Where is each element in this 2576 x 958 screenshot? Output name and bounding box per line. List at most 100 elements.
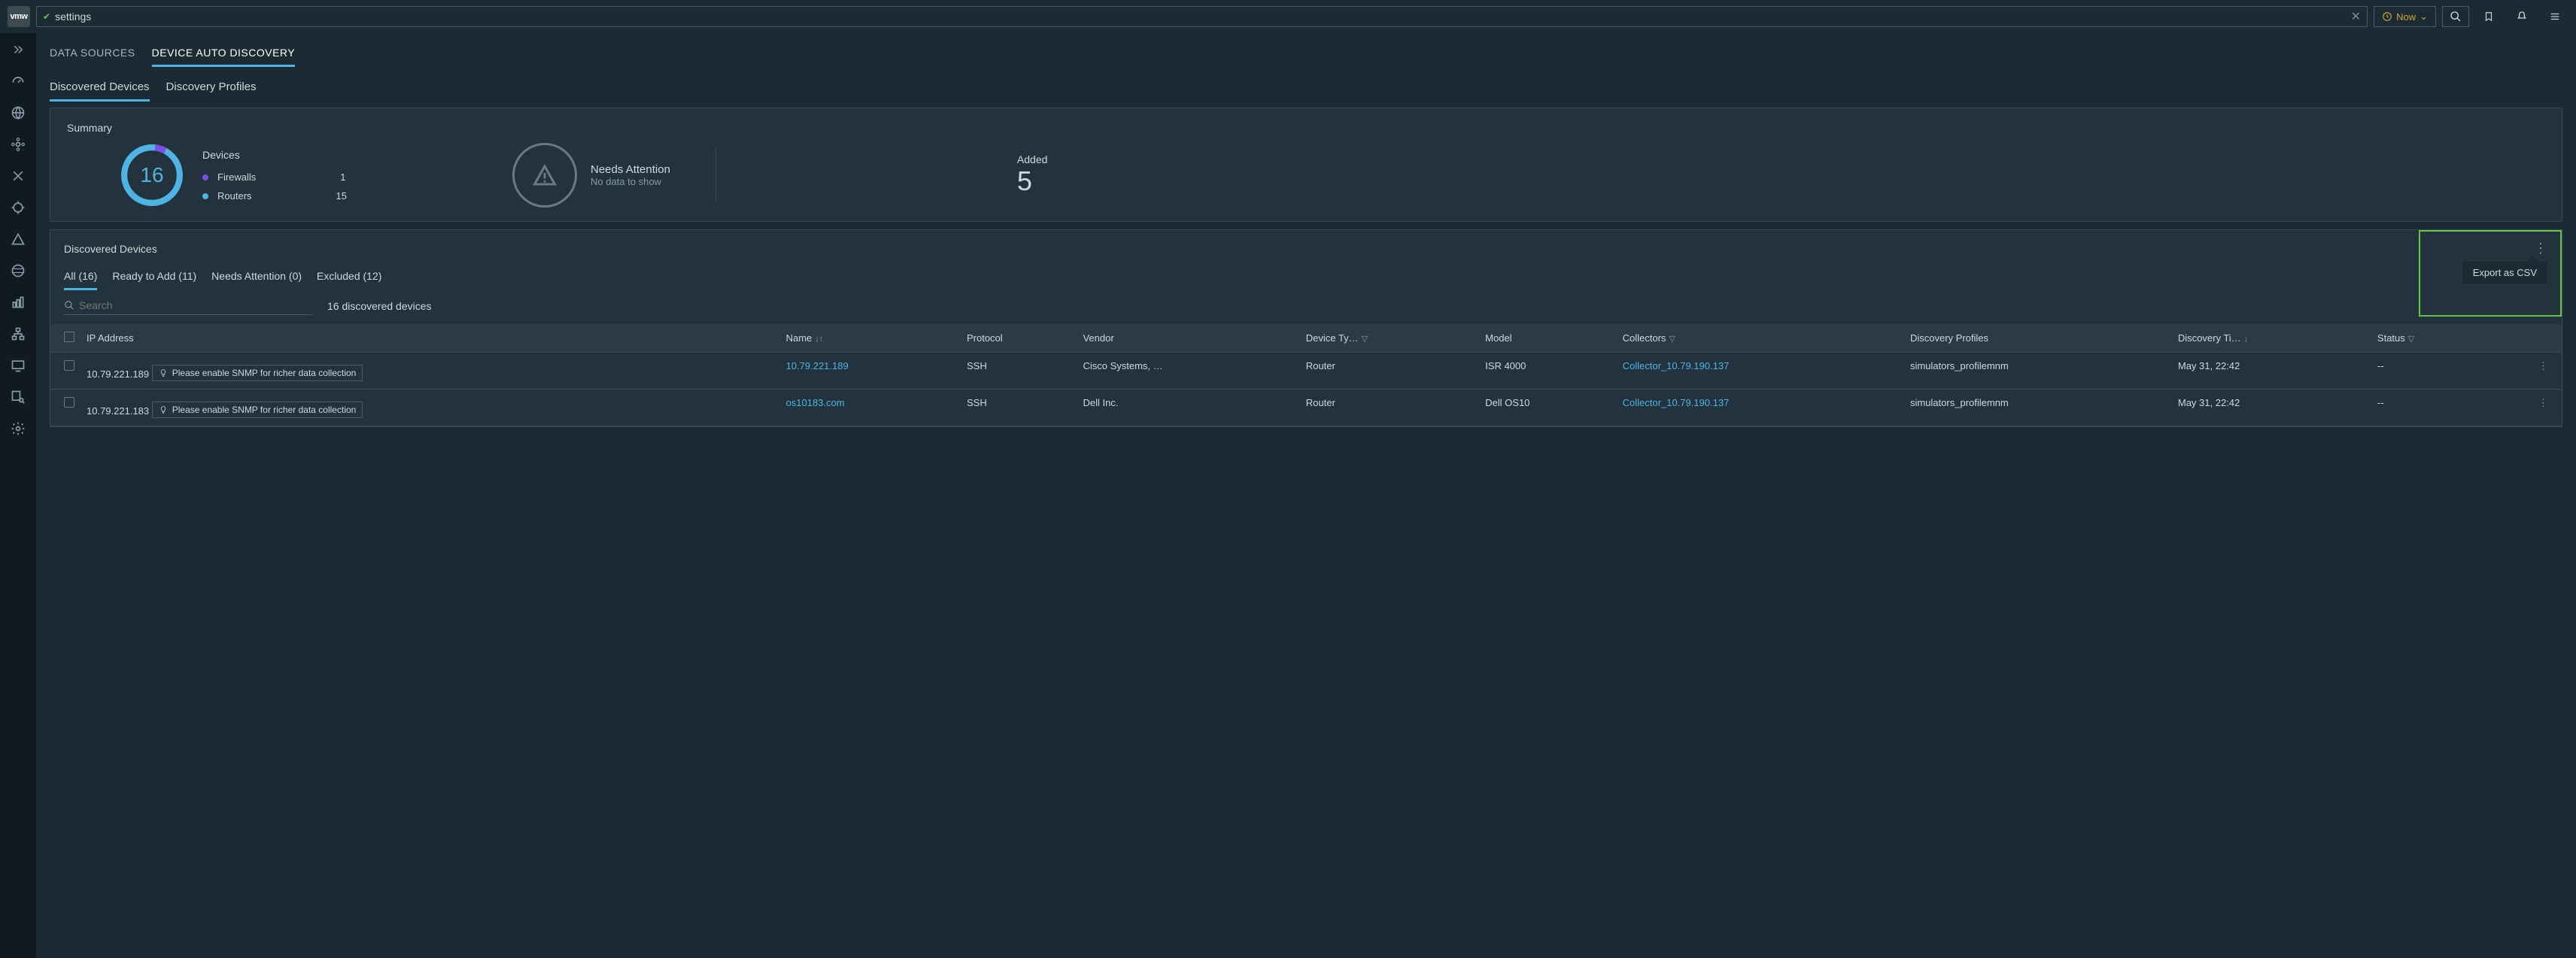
table-row: 10.79.221.189 Please enable SNMP for ric… [50, 353, 2562, 390]
row-actions-button[interactable]: ⋮ [2490, 390, 2562, 426]
col-collectors[interactable]: Collectors▽ [1617, 324, 1904, 353]
table-search-input[interactable] [79, 299, 312, 311]
sidebar-globe[interactable] [9, 104, 27, 122]
summary-title: Summary [67, 122, 2545, 134]
target-icon [11, 200, 26, 215]
cell-model: ISR 4000 [1479, 353, 1616, 390]
sort-down-icon: ↓ [2244, 335, 2249, 344]
filter-tab-excluded[interactable]: Excluded (12) [317, 270, 381, 290]
col-profiles[interactable]: Discovery Profiles [1904, 324, 2172, 353]
table-row: 10.79.221.183 Please enable SNMP for ric… [50, 390, 2562, 426]
hamburger-icon [2548, 11, 2562, 22]
sidebar-settings[interactable] [9, 420, 27, 438]
global-search-bar[interactable]: ✔ ✕ [36, 6, 2368, 27]
sidebar-topology[interactable] [9, 135, 27, 153]
dot-icon [202, 174, 208, 180]
filter-icon[interactable]: ▽ [2408, 335, 2414, 344]
devices-donut-chart: 16 [120, 143, 184, 208]
search-input[interactable] [55, 11, 2347, 23]
row-checkbox[interactable] [64, 360, 74, 371]
secondary-tabs: Discovered Devices Discovery Profiles [50, 73, 2562, 108]
legend-label: Firewalls [217, 171, 256, 183]
sidebar-dashboard[interactable] [9, 72, 27, 90]
col-vendor[interactable]: Vendor [1077, 324, 1299, 353]
col-time[interactable]: Discovery Ti…↓ [2172, 324, 2371, 353]
col-protocol[interactable]: Protocol [961, 324, 1077, 353]
cell-device-type: Router [1300, 353, 1479, 390]
legend-routers: Routers 15 [202, 190, 347, 202]
export-csv-tooltip[interactable]: Export as CSV [2462, 260, 2548, 285]
cell-protocol: SSH [961, 390, 1077, 426]
filter-tab-ready[interactable]: Ready to Add (11) [112, 270, 196, 290]
clear-search-icon[interactable]: ✕ [2351, 9, 2361, 24]
now-label: Now [2396, 11, 2416, 23]
sidebar-inventory[interactable] [9, 388, 27, 406]
summary-panel: Summary 16 Devices [50, 108, 2562, 222]
device-name-link[interactable]: 10.79.221.189 [786, 360, 849, 371]
dot-icon [202, 193, 208, 199]
added-count: 5 [1017, 165, 1047, 197]
hamburger-menu-button[interactable] [2541, 6, 2568, 27]
check-icon: ✔ [43, 11, 50, 22]
table-actions-menu-button[interactable]: ⋮ [2534, 241, 2548, 256]
bell-icon [2516, 11, 2528, 23]
tab-data-sources[interactable]: DATA SOURCES [50, 47, 135, 67]
divider [715, 149, 716, 202]
bar-chart-icon [11, 295, 26, 310]
time-range-selector[interactable]: Now ⌄ [2374, 6, 2436, 27]
legend-firewalls: Firewalls 1 [202, 171, 347, 183]
legend-count: 15 [336, 190, 347, 202]
col-status[interactable]: Status▽ [2371, 324, 2490, 353]
sidebar-target[interactable] [9, 199, 27, 217]
filter-tab-all[interactable]: All (16) [64, 270, 97, 290]
filter-tab-attention[interactable]: Needs Attention (0) [211, 270, 302, 290]
filter-icon[interactable]: ▽ [1362, 335, 1368, 344]
col-name[interactable]: Name↓↑ [780, 324, 961, 353]
search-icon [2450, 11, 2462, 23]
tab-device-auto-discovery[interactable]: DEVICE AUTO DISCOVERY [152, 47, 295, 67]
cell-model: Dell OS10 [1479, 390, 1616, 426]
cell-status: -- [2371, 390, 2490, 426]
row-actions-button[interactable]: ⋮ [2490, 353, 2562, 390]
hierarchy-icon [11, 326, 26, 341]
tab-discovered-devices[interactable]: Discovered Devices [50, 80, 150, 102]
filter-icon[interactable]: ▽ [1669, 335, 1675, 344]
sidebar-network[interactable] [9, 262, 27, 280]
search-button[interactable] [2442, 6, 2469, 27]
attention-subtext: No data to show [591, 176, 670, 187]
sidebar-monitor[interactable] [9, 356, 27, 374]
monitor-icon [11, 358, 26, 373]
col-ip[interactable]: IP Address [80, 324, 780, 353]
devices-table: IP Address Name↓↑ Protocol Vendor Device… [50, 324, 2562, 426]
snmp-hint: Please enable SNMP for richer data colle… [152, 402, 363, 418]
primary-tabs: DATA SOURCES DEVICE AUTO DISCOVERY [50, 33, 2562, 73]
table-title: Discovered Devices [64, 243, 157, 255]
sort-icon: ↓↑ [815, 335, 823, 344]
collector-link[interactable]: Collector_10.79.190.137 [1623, 360, 1730, 371]
tab-discovery-profiles[interactable]: Discovery Profiles [166, 80, 257, 102]
cell-device-type: Router [1300, 390, 1479, 426]
select-all-checkbox[interactable] [64, 332, 74, 342]
hub-icon [11, 137, 26, 152]
cell-vendor: Cisco Systems, … [1077, 353, 1299, 390]
topbar: vmw ✔ ✕ Now ⌄ [0, 0, 2576, 33]
sidebar-analytics[interactable] [9, 293, 27, 311]
col-device-type[interactable]: Device Ty…▽ [1300, 324, 1479, 353]
device-name-link[interactable]: os10183.com [786, 397, 845, 408]
collector-link[interactable]: Collector_10.79.190.137 [1623, 397, 1730, 408]
sidebar-tools[interactable] [9, 167, 27, 185]
col-model[interactable]: Model [1479, 324, 1616, 353]
sidebar-hierarchy[interactable] [9, 325, 27, 343]
notifications-button[interactable] [2508, 6, 2535, 27]
sidebar-expand-button[interactable] [9, 41, 27, 59]
cell-ip: 10.79.221.189 Please enable SNMP for ric… [80, 353, 780, 390]
table-search[interactable] [64, 296, 312, 315]
vmware-logo: vmw [8, 6, 30, 27]
gauge-icon [11, 74, 26, 89]
row-checkbox[interactable] [64, 397, 74, 408]
legend-count: 1 [340, 171, 345, 183]
double-chevron-right-icon [11, 43, 25, 56]
lightbulb-icon [159, 368, 168, 377]
bookmark-button[interactable] [2475, 6, 2502, 27]
sidebar-alerts[interactable] [9, 230, 27, 248]
